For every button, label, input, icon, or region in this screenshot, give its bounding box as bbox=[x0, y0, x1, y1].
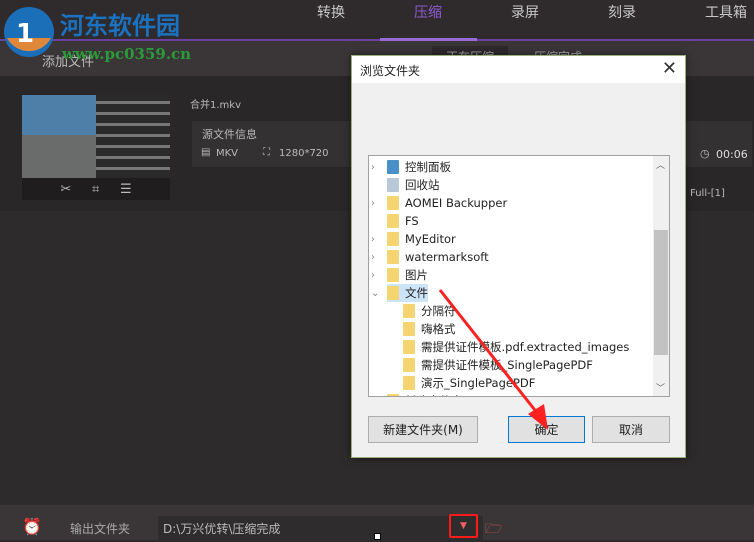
annotation-arrow bbox=[438, 289, 548, 430]
